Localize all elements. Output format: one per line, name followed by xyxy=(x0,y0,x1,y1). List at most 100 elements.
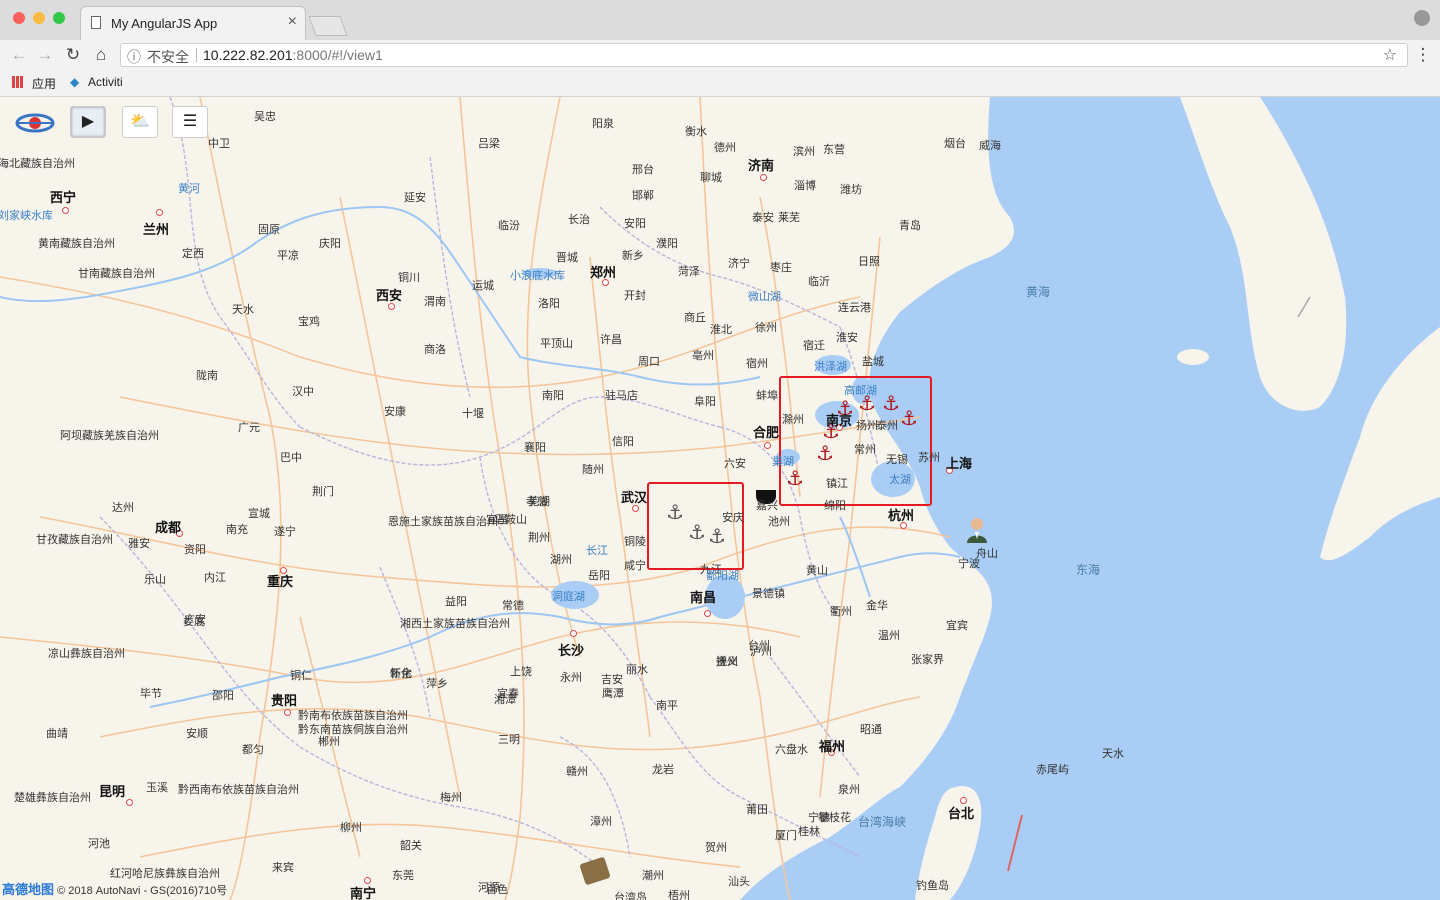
city-label: 信阳 xyxy=(612,436,634,448)
city-label: 安康 xyxy=(384,406,406,418)
city-label: 萍乡 xyxy=(426,678,448,690)
city-label: 长沙 xyxy=(558,643,585,658)
region-label: 阿坝藏族羌族自治州 xyxy=(60,430,159,442)
city-label: 枣庄 xyxy=(770,262,792,274)
play-button[interactable]: ▶ xyxy=(70,106,106,138)
back-button[interactable]: ← xyxy=(8,44,30,66)
city-label: 中卫 xyxy=(208,138,230,150)
city-label: 扬州 xyxy=(856,420,878,432)
city-label: 都匀 xyxy=(242,744,264,756)
app-logo-icon xyxy=(14,110,56,136)
city-dot xyxy=(156,209,163,216)
city-label: 镇江 xyxy=(826,478,848,490)
city-label: 襄阳 xyxy=(524,442,546,454)
city-label: 张家界 xyxy=(911,654,944,666)
city-label: 滨州 xyxy=(793,146,815,158)
bookmark-apps[interactable]: 应用 xyxy=(32,75,56,92)
city-dot xyxy=(126,799,133,806)
sea-label: 台湾海峡 xyxy=(858,815,907,829)
city-label: 菏泽 xyxy=(678,266,700,278)
reload-button[interactable]: ↻ xyxy=(62,44,84,66)
tab-close-button[interactable]: × xyxy=(288,13,297,31)
city-label: 长治 xyxy=(568,214,590,226)
forward-button[interactable]: → xyxy=(34,44,56,66)
city-label: 湖州 xyxy=(550,554,572,566)
bookmark-star-icon[interactable]: ☆ xyxy=(1383,45,1397,65)
port-anchor-icon[interactable]: ⚓ xyxy=(666,503,684,523)
city-label: 吴忠 xyxy=(254,111,276,123)
maximize-window-button[interactable] xyxy=(53,12,65,24)
city-label: 亳州 xyxy=(692,350,714,362)
person-icon[interactable] xyxy=(966,517,988,543)
city-label: 钓鱼岛 xyxy=(916,880,949,892)
city-label: 济宁 xyxy=(728,258,750,270)
profile-icon[interactable] xyxy=(1414,10,1430,26)
port-anchor-icon[interactable]: ⚓ xyxy=(882,394,900,414)
security-status[interactable]: 不安全 xyxy=(147,47,189,67)
city-label: 绵阳 xyxy=(824,500,846,512)
browser-tab[interactable]: My AngularJS App × xyxy=(80,6,306,40)
city-label: 平顶山 xyxy=(540,338,573,350)
city-label: 平凉 xyxy=(277,250,299,262)
info-icon[interactable]: ⓘ xyxy=(127,47,141,67)
city-label: 铜陵 xyxy=(624,536,646,548)
city-label: 遂宁 xyxy=(274,526,296,538)
new-tab-button[interactable] xyxy=(308,16,348,36)
city-label: 泸州 xyxy=(750,646,772,658)
city-label: 连云港 xyxy=(838,302,871,314)
city-label: 运城 xyxy=(472,280,494,292)
city-dot xyxy=(570,630,577,637)
port-anchor-icon[interactable]: ⚓ xyxy=(688,523,706,543)
city-label: 定西 xyxy=(182,248,204,260)
city-dot xyxy=(388,303,395,310)
city-label: 宿迁 xyxy=(803,340,825,352)
city-label: 无锡 xyxy=(886,454,908,466)
amap-brand[interactable]: 高德地图 xyxy=(2,882,54,897)
city-label: 荆门 xyxy=(312,486,334,498)
water-label: 小浪底水库 xyxy=(510,270,565,282)
city-label: 东莞 xyxy=(392,870,414,882)
menu-button[interactable]: ☰ xyxy=(172,106,208,138)
sea-label: 黄海 xyxy=(1026,285,1051,299)
city-label: 邵阳 xyxy=(212,690,234,702)
city-dot xyxy=(632,505,639,512)
bookmark-activiti[interactable]: Activiti xyxy=(88,75,123,89)
minimize-window-button[interactable] xyxy=(33,12,45,24)
water-label: 洞庭湖 xyxy=(552,591,585,603)
city-label: 宣城 xyxy=(248,508,270,520)
port-anchor-icon[interactable]: ⚓ xyxy=(816,444,834,464)
home-button[interactable]: ⌂ xyxy=(90,44,112,66)
city-label: 泰安 xyxy=(752,212,774,224)
city-label: 怀化 xyxy=(390,668,412,680)
city-label: 阳泉 xyxy=(592,118,614,130)
browser-toolbar: ← → ↻ ⌂ ⓘ 不安全 10.222.82.201:8000/#!/view… xyxy=(0,40,1440,70)
city-label: 上海 xyxy=(946,456,973,471)
apps-grid-icon[interactable] xyxy=(12,76,24,88)
city-label: 龙岩 xyxy=(652,764,674,776)
url-text[interactable]: 10.222.82.201:8000/#!/view1 xyxy=(203,47,383,63)
city-label: 天水 xyxy=(232,304,254,316)
city-label: 临汾 xyxy=(498,220,520,232)
city-label: 许昌 xyxy=(600,334,622,346)
city-label: 昆明 xyxy=(99,784,126,799)
port-anchor-icon[interactable]: ⚓ xyxy=(900,409,918,429)
close-window-button[interactable] xyxy=(13,12,25,24)
city-label: 三明 xyxy=(498,734,520,746)
water-label: 长江 xyxy=(586,545,608,557)
city-label: 景德镇 xyxy=(752,588,785,600)
city-label: 温州 xyxy=(878,630,900,642)
city-label: 延安 xyxy=(404,192,426,204)
water-label: 黄河 xyxy=(178,183,200,195)
water-label: 洪泽湖 xyxy=(814,361,847,373)
map-canvas[interactable]: ▶ ⛅ ☰ ⚓ ⚓ ⚓ ⚓ ⚓ ⚓ ⚓ ⚓ ⚓ ⚓ 西宁 兰州 西安 郑州 济南… xyxy=(0,97,1440,900)
weather-layer-button[interactable]: ⛅ xyxy=(122,106,158,138)
city-label: 常州 xyxy=(854,444,876,456)
browser-menu-icon[interactable]: ⋮ xyxy=(1412,44,1434,66)
port-anchor-icon[interactable]: ⚓ xyxy=(708,527,726,547)
city-label: 驻马店 xyxy=(605,390,638,402)
address-bar[interactable]: ⓘ 不安全 10.222.82.201:8000/#!/view1 ☆ xyxy=(120,43,1408,67)
city-label: 潍坊 xyxy=(840,184,862,196)
city-label: 郑州 xyxy=(590,265,617,280)
port-anchor-icon[interactable]: ⚓ xyxy=(786,469,804,489)
city-label: 玉溪 xyxy=(146,782,168,794)
